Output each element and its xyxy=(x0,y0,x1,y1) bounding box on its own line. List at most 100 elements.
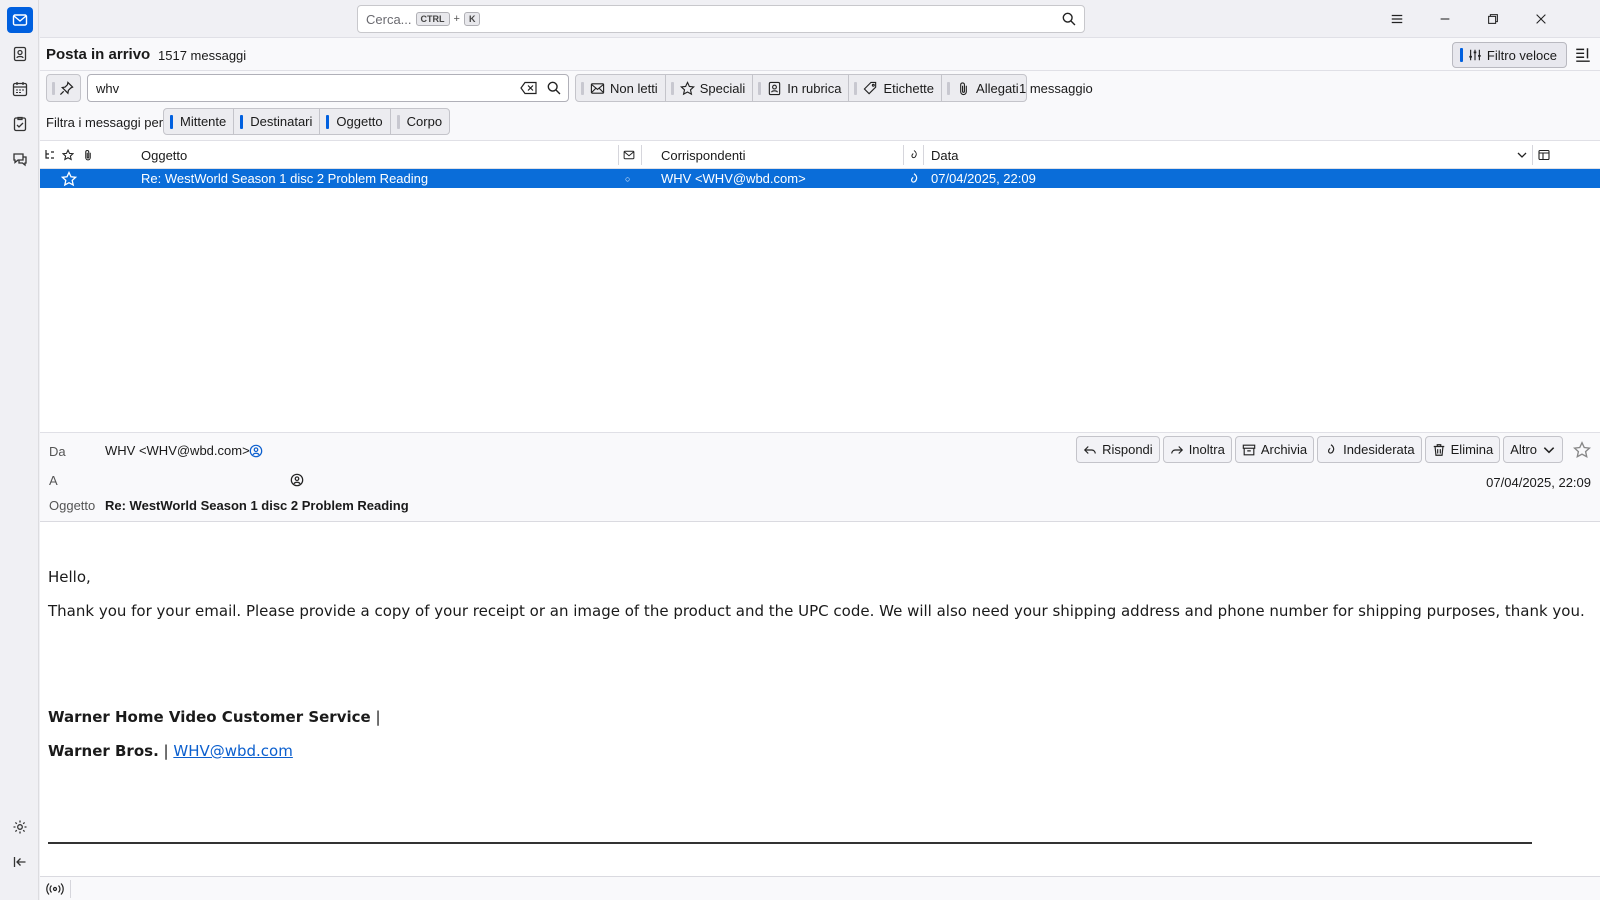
sliders-icon xyxy=(1469,49,1481,61)
app-menu-button[interactable] xyxy=(1373,0,1421,37)
title-bar: Cerca... CTRL + K xyxy=(39,0,1600,37)
online-status-icon[interactable] xyxy=(46,881,64,897)
minimize-icon xyxy=(1440,17,1450,20)
message-actions: Rispondi Inoltra Archivia Indesiderata E… xyxy=(1076,436,1563,463)
row-subject: Re: WestWorld Season 1 disc 2 Problem Re… xyxy=(141,171,429,186)
toggle-tags[interactable]: Etichette xyxy=(848,74,943,102)
chat-icon xyxy=(13,153,27,167)
filter-field-subject[interactable]: Oggetto xyxy=(319,108,391,135)
forward-icon xyxy=(1170,445,1183,454)
star-icon xyxy=(62,149,74,161)
forward-button[interactable]: Inoltra xyxy=(1162,436,1232,463)
quick-filter-label: Filtro veloce xyxy=(1486,47,1557,63)
date-column-header[interactable]: Data xyxy=(931,141,958,169)
correspondents-column-header[interactable]: Corrispondenti xyxy=(661,141,746,169)
thread-row-selected[interactable]: Re: WestWorld Season 1 disc 2 Problem Re… xyxy=(40,169,1600,188)
chevron-down-icon xyxy=(1517,152,1527,158)
layout-options-icon[interactable] xyxy=(1574,46,1592,64)
calendar-space-button[interactable] xyxy=(7,76,33,102)
sticky-filter-button[interactable] xyxy=(46,74,81,102)
tasks-icon xyxy=(13,116,27,132)
address-book-space-button[interactable] xyxy=(7,41,33,67)
close-icon xyxy=(1536,13,1546,24)
attachment-column-header[interactable] xyxy=(82,141,94,169)
column-separator[interactable] xyxy=(1532,145,1533,165)
collapse-spaces-button[interactable] xyxy=(7,849,33,875)
sort-chevron[interactable] xyxy=(1516,141,1528,169)
tasks-space-button[interactable] xyxy=(7,111,33,137)
quick-filter-button[interactable]: Filtro veloce xyxy=(1451,42,1567,68)
from-label: Da xyxy=(49,444,66,459)
toggle-starred[interactable]: Speciali xyxy=(664,74,754,102)
column-separator[interactable] xyxy=(903,145,904,165)
folder-name: Posta in arrivo xyxy=(46,46,151,63)
row-star[interactable] xyxy=(61,169,77,188)
quick-filter-toggles: Non letti Speciali In rubrica Etichette … xyxy=(575,74,1027,102)
unread-column-header[interactable] xyxy=(623,141,635,169)
address-book-icon xyxy=(13,46,27,62)
mail-icon xyxy=(12,14,28,26)
column-separator[interactable] xyxy=(641,145,642,165)
junk-button[interactable]: Indesiderata xyxy=(1317,436,1422,463)
filter-field-recipients[interactable]: Destinatari xyxy=(233,108,321,135)
reply-button[interactable]: Rispondi xyxy=(1076,436,1160,463)
contact-icon[interactable] xyxy=(290,473,304,487)
search-icon[interactable] xyxy=(547,81,561,95)
forward-label: Inoltra xyxy=(1188,442,1225,457)
row-unread-dot[interactable]: ○ xyxy=(625,169,630,188)
thread-column-header[interactable] xyxy=(44,141,56,169)
toggle-attachments[interactable]: Allegati xyxy=(941,74,1027,102)
shortcut-plus: + xyxy=(453,13,460,25)
row-date: 07/04/2025, 22:09 xyxy=(931,171,1036,186)
restore-button[interactable] xyxy=(1469,0,1517,37)
mail-space-button[interactable] xyxy=(7,7,33,33)
from-value[interactable]: WHV <WHV@wbd.com> xyxy=(105,443,250,458)
junk-icon xyxy=(910,172,918,183)
clear-search-icon[interactable] xyxy=(520,81,538,95)
minimize-button[interactable] xyxy=(1421,0,1469,37)
folder-header: Posta in arrivo 1517 messaggi Filtro vel… xyxy=(40,37,1600,71)
star-icon xyxy=(679,80,695,95)
more-label: Altro xyxy=(1510,442,1537,457)
subject-column-header[interactable]: Oggetto xyxy=(141,141,187,169)
calendar-icon xyxy=(12,82,28,97)
quick-filter-search-value: whv xyxy=(96,80,120,96)
body-paragraph: Thank you for your email. Please provide… xyxy=(48,602,1585,620)
junk-icon xyxy=(911,150,917,159)
row-junk[interactable] xyxy=(907,169,921,188)
star-icon[interactable] xyxy=(1573,441,1591,459)
delete-button[interactable]: Elimina xyxy=(1424,436,1501,463)
contact-icon[interactable] xyxy=(249,444,263,458)
column-separator[interactable] xyxy=(618,145,619,165)
junk-column-header[interactable] xyxy=(908,141,920,169)
thread-list-header: Oggetto Corrispondenti Data xyxy=(40,141,1600,169)
global-search-input[interactable]: Cerca... CTRL + K xyxy=(357,5,1085,33)
paperclip-icon xyxy=(85,150,91,161)
search-icon[interactable] xyxy=(1062,12,1076,26)
thread-icon xyxy=(45,150,54,159)
filter-field-sender[interactable]: Mittente xyxy=(163,108,235,135)
signature-email-link[interactable]: WHV@wbd.com xyxy=(173,742,293,760)
star-column-header[interactable] xyxy=(62,141,74,169)
column-separator[interactable] xyxy=(923,145,924,165)
collapse-icon xyxy=(13,857,26,867)
signature-name: Warner Home Video Customer Service xyxy=(48,708,371,726)
more-button[interactable]: Altro xyxy=(1503,436,1563,463)
address-book-icon xyxy=(769,81,781,95)
quick-filter-search-input[interactable]: whv xyxy=(87,74,569,102)
to-label: A xyxy=(49,473,58,488)
status-bar xyxy=(40,876,1600,900)
chat-space-button[interactable] xyxy=(7,146,33,172)
junk-icon xyxy=(1328,443,1335,454)
column-picker[interactable] xyxy=(1538,141,1550,169)
toggle-contacts[interactable]: In rubrica xyxy=(752,74,850,102)
close-button[interactable] xyxy=(1517,0,1565,37)
message-body: Hello, Thank you for your email. Please … xyxy=(40,522,1600,858)
archive-icon xyxy=(1242,444,1256,455)
settings-button[interactable] xyxy=(7,814,33,840)
quick-filter-bar: whv Non letti Speciali In rubrica Etiche… xyxy=(40,71,1600,141)
toggle-unread[interactable]: Non letti xyxy=(575,74,666,102)
filter-field-body[interactable]: Corpo xyxy=(389,108,451,135)
search-placeholder: Cerca... xyxy=(366,11,412,27)
archive-button[interactable]: Archivia xyxy=(1234,436,1315,463)
